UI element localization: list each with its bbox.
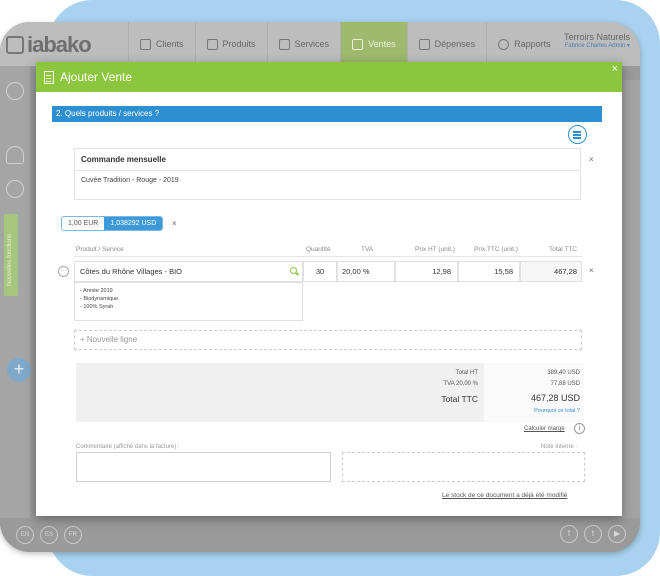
app-logo[interactable]: iabako bbox=[6, 32, 92, 58]
search-icon[interactable] bbox=[290, 267, 297, 274]
header-price-ttc: Prix TTC (unit.) bbox=[474, 246, 518, 253]
nav-produits[interactable]: Produits bbox=[194, 22, 267, 66]
main-nav: Clients Produits Services Ventes Dépense… bbox=[128, 22, 562, 66]
history-icon[interactable] bbox=[6, 180, 24, 198]
close-icon[interactable]: × bbox=[612, 63, 618, 75]
total-ttc-value: 467,28 bbox=[520, 261, 582, 282]
section-title: 2. Quels produits / services ? bbox=[52, 106, 602, 122]
add-sale-modal: Ajouter Vente × 2. Quels produits / serv… bbox=[36, 62, 622, 516]
price-ht-input[interactable]: 12,98 bbox=[395, 261, 458, 282]
top-bar: iabako Clients Produits Services Ventes … bbox=[0, 22, 640, 66]
menu-icon[interactable] bbox=[6, 82, 24, 100]
modal-title: Ajouter Vente bbox=[60, 70, 133, 84]
calculate-margin-link[interactable]: Calculer marge bbox=[524, 426, 565, 432]
pie-chart-icon bbox=[498, 38, 510, 50]
stock-modified-link[interactable]: Le stock de ce document a déjà été modif… bbox=[442, 492, 567, 499]
twitter-icon[interactable]: t bbox=[584, 525, 602, 543]
product-description[interactable]: - Année 2019 - Biodynamique - 100% Syrah bbox=[74, 282, 303, 321]
currency-eur[interactable]: 1,00 EUR bbox=[62, 217, 105, 230]
logo-icon bbox=[6, 36, 24, 54]
totals-panel: Total HT 389,40 USD TVA 20,00 % 77,88 US… bbox=[76, 363, 584, 422]
nav-ventes[interactable]: Ventes bbox=[340, 22, 407, 66]
bell-icon[interactable] bbox=[6, 146, 24, 164]
modal-header: Ajouter Vente × bbox=[36, 62, 622, 92]
total-ht-label: Total HT bbox=[455, 370, 478, 376]
briefcase-icon bbox=[278, 38, 290, 50]
nav-label: Services bbox=[294, 39, 330, 49]
remove-row-icon[interactable]: × bbox=[589, 266, 594, 275]
user-name: Fabrice Charles Admin ▾ bbox=[564, 42, 630, 49]
hamburger-menu-icon[interactable] bbox=[568, 125, 587, 144]
internal-note-label: Note interne : bbox=[541, 444, 578, 450]
header-total-ttc: Total TTC bbox=[549, 246, 578, 253]
nav-rapports[interactable]: Rapports bbox=[486, 22, 562, 66]
comment-input[interactable] bbox=[76, 452, 331, 482]
remove-currency-icon[interactable]: × bbox=[172, 219, 177, 228]
clients-icon bbox=[140, 38, 151, 50]
lang-es[interactable]: ES bbox=[40, 526, 58, 544]
remove-template-icon[interactable]: × bbox=[589, 155, 594, 164]
detail-line: - Biodynamique bbox=[80, 296, 119, 302]
total-ttc-label: Total TTC bbox=[441, 394, 478, 404]
total-ttc-amount: 467,28 USD bbox=[530, 393, 580, 403]
new-features-label: Nouvelles fonctions bbox=[7, 233, 13, 286]
total-ht-value: 389,40 USD bbox=[547, 370, 580, 376]
vat-select[interactable]: 20,00 % bbox=[337, 261, 395, 282]
bottom-bar: EN ES FR f t ▶ bbox=[0, 518, 640, 552]
nav-depenses[interactable]: Dépenses bbox=[406, 22, 487, 66]
info-icon[interactable]: i bbox=[574, 423, 585, 434]
left-rail: Nouvelles fonctions + bbox=[0, 66, 31, 518]
header-vat: TVA bbox=[361, 246, 374, 253]
add-button[interactable]: + bbox=[7, 358, 31, 382]
facebook-icon[interactable]: f bbox=[560, 525, 578, 543]
currency-toggle[interactable]: 1,00 EUR 1,038292 USD bbox=[61, 216, 164, 231]
nav-clients[interactable]: Clients bbox=[128, 22, 195, 66]
quantity-input[interactable]: 30 bbox=[303, 261, 337, 282]
nav-services[interactable]: Services bbox=[266, 22, 341, 66]
add-line-button[interactable]: + Nouvelle ligne bbox=[74, 330, 582, 350]
table-header: Produit / Service Quantité TVA Prix HT (… bbox=[74, 243, 582, 257]
nav-label: Ventes bbox=[368, 39, 396, 49]
receipt-icon bbox=[352, 38, 364, 50]
document-icon bbox=[418, 38, 430, 50]
currency-usd[interactable]: 1,038292 USD bbox=[104, 217, 163, 230]
template-box[interactable]: Commande mensuelle Cuvée Tradition - Rou… bbox=[74, 148, 581, 200]
template-subtitle: Cuvée Tradition - Rouge - 2019 bbox=[81, 177, 179, 184]
nav-label: Dépenses bbox=[434, 39, 476, 49]
nav-label: Clients bbox=[156, 39, 184, 49]
logo-text: iabako bbox=[27, 32, 92, 57]
youtube-icon[interactable]: ▶ bbox=[608, 525, 626, 543]
product-field[interactable]: Côtes du Rhône Villages - BIO bbox=[74, 261, 303, 282]
account-menu[interactable]: Terroirs Naturels Fabrice Charles Admin … bbox=[564, 32, 630, 49]
lang-fr[interactable]: FR bbox=[64, 526, 82, 544]
price-ttc-input[interactable]: 15,58 bbox=[458, 261, 520, 282]
vat-value: 77,88 USD bbox=[550, 381, 580, 387]
caret-down-icon: ▾ bbox=[626, 43, 630, 49]
header-product: Produit / Service bbox=[76, 246, 124, 253]
why-total-link[interactable]: Pourquoi ce total ? bbox=[506, 408, 580, 414]
template-title: Commande mensuelle bbox=[75, 149, 580, 171]
header-price-ht: Prix HT (unit.) bbox=[415, 246, 455, 253]
background-list bbox=[622, 80, 640, 520]
tag-icon bbox=[206, 38, 218, 50]
nav-label: Rapports bbox=[514, 39, 551, 49]
comment-label: Commentaire (affiché dans la facture) : bbox=[76, 444, 180, 450]
internal-note-input[interactable] bbox=[342, 452, 585, 482]
header-quantity: Quantité bbox=[306, 246, 331, 253]
document-icon bbox=[44, 70, 54, 84]
user-label: Fabrice Charles Admin bbox=[564, 43, 626, 49]
product-name: Côtes du Rhône Villages - BIO bbox=[80, 267, 183, 276]
nav-label: Produits bbox=[222, 39, 256, 49]
lang-en[interactable]: EN bbox=[16, 526, 34, 544]
products-section: 2. Quels produits / services ? bbox=[52, 106, 602, 122]
row-options-icon[interactable]: ··· bbox=[58, 266, 69, 277]
new-features-tab[interactable]: Nouvelles fonctions bbox=[4, 214, 18, 296]
detail-line: - Année 2019 bbox=[80, 288, 113, 294]
org-name: Terroirs Naturels bbox=[563, 32, 630, 42]
detail-line: - 100% Syrah bbox=[80, 304, 114, 310]
vat-label: TVA 20,00 % bbox=[443, 381, 478, 387]
